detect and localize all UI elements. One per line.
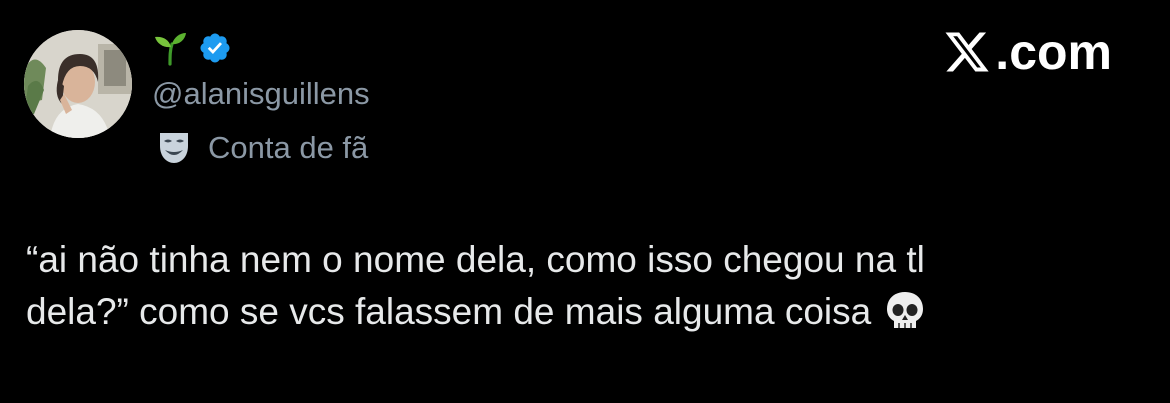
- avatar[interactable]: [24, 30, 132, 138]
- seedling-icon: [155, 33, 186, 66]
- avatar-photo: [24, 30, 132, 138]
- verified-badge-icon[interactable]: [198, 31, 232, 65]
- author-handle[interactable]: @alanisguillens: [152, 74, 370, 114]
- x-logo-icon: [945, 32, 989, 72]
- skull-icon: [887, 292, 924, 328]
- tweet-text-line-1: “ai não tinha nem o nome dela, como isso…: [26, 239, 925, 280]
- author-name-row[interactable]: [152, 26, 232, 70]
- brand-watermark: .com: [943, 24, 1112, 80]
- tweet-text-line-2: dela?” como se vcs falassem de mais algu…: [26, 286, 1126, 338]
- tweet-text-line-2-content: dela?” como se vcs falassem de mais algu…: [26, 291, 872, 332]
- tweet-text: “ai não tinha nem o nome dela, como isso…: [26, 234, 1126, 338]
- brand-domain-text: .com: [995, 24, 1112, 80]
- account-label: Conta de fã: [208, 130, 369, 165]
- account-label-row: Conta de fã: [156, 126, 368, 170]
- performing-arts-mask-icon: [160, 133, 188, 163]
